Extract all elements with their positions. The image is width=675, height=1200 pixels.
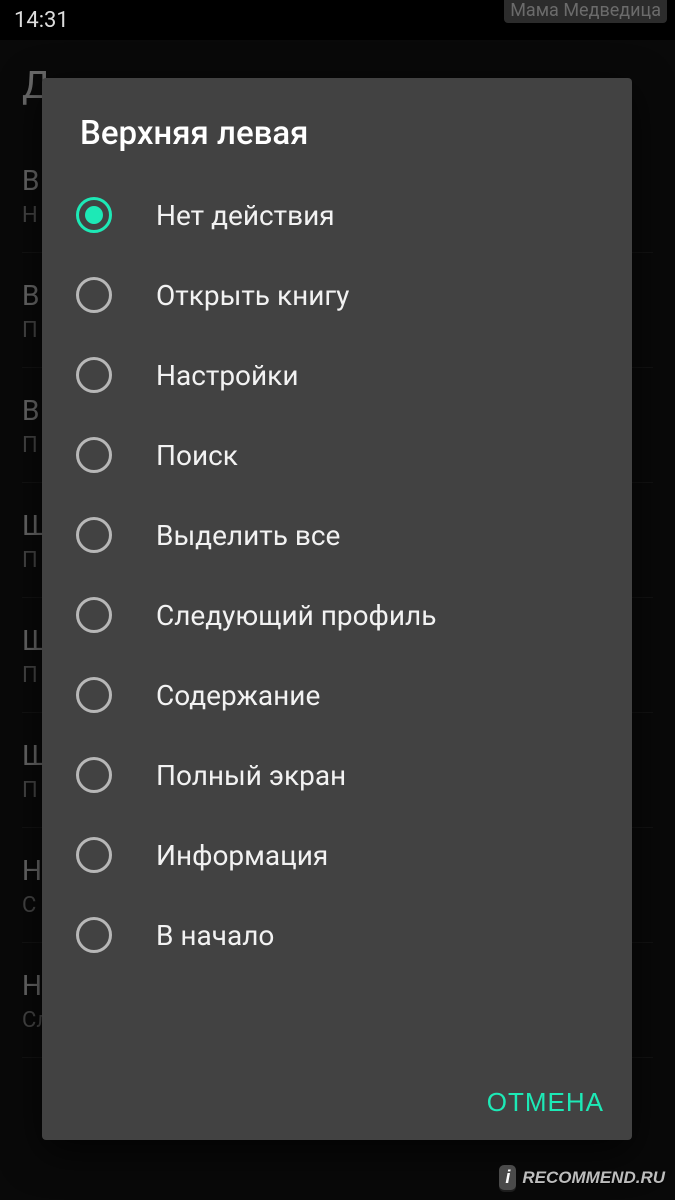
radio-unselected-icon — [76, 757, 112, 793]
dialog-title: Верхняя левая — [42, 78, 632, 175]
radio-option[interactable]: Полный экран — [42, 735, 632, 815]
watermark-bottom: i RECOMMEND.RU — [499, 1165, 665, 1190]
watermark-i-icon: i — [499, 1165, 516, 1190]
radio-option-label: Информация — [156, 839, 328, 872]
radio-unselected-icon — [76, 437, 112, 473]
radio-unselected-icon — [76, 517, 112, 553]
radio-option[interactable]: Открыть книгу — [42, 255, 632, 335]
radio-option[interactable]: Настройки — [42, 335, 632, 415]
radio-unselected-icon — [76, 277, 112, 313]
radio-unselected-icon — [76, 677, 112, 713]
dialog-actions: ОТМЕНА — [42, 1069, 632, 1140]
radio-option-label: Настройки — [156, 359, 298, 392]
radio-unselected-icon — [76, 837, 112, 873]
radio-option-label: Нет действия — [156, 199, 335, 232]
radio-unselected-icon — [76, 597, 112, 633]
dialog: Верхняя левая Нет действияОткрыть книгуН… — [42, 78, 632, 1140]
radio-selected-icon — [76, 197, 112, 233]
radio-option[interactable]: В начало — [42, 895, 632, 975]
dialog-option-list: Нет действия Открыть книгу Настройки Поиск В… — [42, 175, 632, 1069]
radio-option[interactable]: Выделить все — [42, 495, 632, 575]
radio-option[interactable]: Следующий профиль — [42, 575, 632, 655]
radio-option-label: Поиск — [156, 439, 238, 472]
radio-option-label: В начало — [156, 919, 274, 952]
radio-unselected-icon — [76, 357, 112, 393]
cancel-button[interactable]: ОТМЕНА — [487, 1087, 604, 1118]
radio-option-label: Выделить все — [156, 519, 340, 552]
radio-option-label: Следующий профиль — [156, 599, 436, 632]
watermark-top: Мама Медведица — [504, 0, 667, 23]
watermark-bottom-text: RECOMMEND.RU — [522, 1168, 665, 1188]
status-time: 14:31 — [14, 8, 69, 33]
radio-unselected-icon — [76, 917, 112, 953]
radio-option[interactable]: Информация — [42, 815, 632, 895]
radio-option-label: Содержание — [156, 679, 320, 712]
radio-option-label: Открыть книгу — [156, 279, 349, 312]
radio-option[interactable]: Содержание — [42, 655, 632, 735]
radio-option[interactable]: Нет действия — [42, 175, 632, 255]
radio-option[interactable]: Поиск — [42, 415, 632, 495]
radio-option-label: Полный экран — [156, 759, 346, 792]
